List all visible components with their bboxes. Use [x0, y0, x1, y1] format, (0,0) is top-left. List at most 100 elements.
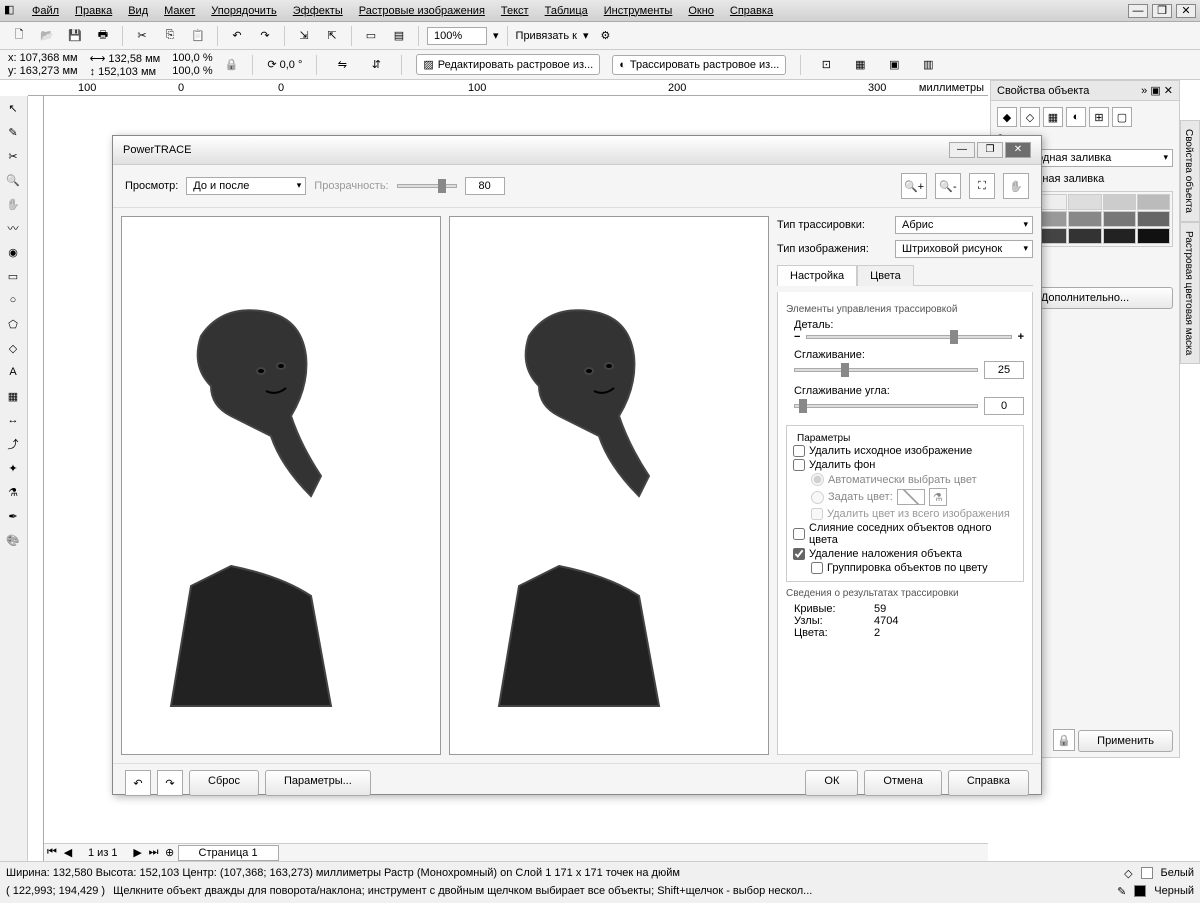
ok-button[interactable]: ОК — [805, 770, 858, 796]
panel-dock-icon[interactable]: ▣ — [1150, 85, 1160, 97]
smoothing-value[interactable]: 25 — [984, 361, 1024, 379]
chk-delete-bg[interactable]: Удалить фон — [793, 458, 1017, 472]
flip-v-button[interactable]: ⇵ — [365, 54, 387, 76]
swatch[interactable] — [1137, 211, 1170, 227]
docker-tab-properties[interactable]: Свойства объекта — [1180, 120, 1200, 222]
gradient-tab-icon[interactable]: ◐ — [1066, 107, 1086, 127]
pan-preview-button[interactable]: ✋ — [1003, 173, 1029, 199]
cancel-button[interactable]: Отмена — [864, 770, 941, 796]
swatch[interactable] — [1103, 194, 1136, 210]
shape-tool[interactable]: ✎ — [0, 120, 26, 144]
copy-button[interactable]: ⎘ — [159, 25, 181, 47]
redo-trace-button[interactable]: ↷ — [157, 770, 183, 796]
apply-button[interactable]: Применить — [1078, 730, 1173, 752]
basic-shapes-tool[interactable]: ◇ — [0, 336, 26, 360]
menu-layout[interactable]: Макет — [156, 3, 203, 19]
scalex-value[interactable]: 100,0 — [172, 52, 200, 64]
opacity-slider[interactable] — [397, 184, 457, 188]
chk-merge-adjacent[interactable]: Слияние соседних объектов одного цвета — [793, 521, 1017, 547]
polygon-tool[interactable]: ⬠ — [0, 312, 26, 336]
interactive-tool[interactable]: ✦ — [0, 456, 26, 480]
fill-swatch[interactable] — [1141, 867, 1153, 879]
menu-help[interactable]: Справка — [722, 3, 781, 19]
page-next-button[interactable]: ▶ — [130, 846, 146, 859]
page-first-button[interactable]: ⏮ — [44, 846, 60, 859]
zoom-out-button[interactable]: 🔍- — [935, 173, 961, 199]
launch-button[interactable]: ▭ — [360, 25, 382, 47]
page-tab[interactable]: Страница 1 — [178, 845, 279, 861]
flip-h-button[interactable]: ⇋ — [331, 54, 353, 76]
swatch[interactable] — [1137, 194, 1170, 210]
opacity-value[interactable]: 80 — [465, 177, 505, 195]
smoothing-slider[interactable] — [794, 368, 978, 372]
snap-dropdown-icon[interactable]: ▾ — [583, 29, 589, 42]
width-value[interactable]: 132,58 мм — [108, 53, 160, 65]
preview-mode-select[interactable]: До и после — [186, 177, 306, 195]
edit-bitmap-button[interactable]: ▨Редактировать растровое из... — [416, 54, 600, 75]
image-type-select[interactable]: Штриховой рисунок — [895, 240, 1033, 258]
menu-effects[interactable]: Эффекты — [285, 3, 351, 19]
outline-tool[interactable]: ✒ — [0, 504, 26, 528]
dialog-minimize-button[interactable]: — — [949, 142, 975, 158]
chk-remove-overlap[interactable]: Удаление наложения объекта — [793, 547, 1017, 561]
zoom-dropdown-icon[interactable]: ▾ — [493, 29, 499, 42]
plus-icon[interactable]: + — [1018, 331, 1024, 343]
pan-tool[interactable]: ✋ — [0, 192, 26, 216]
transparency-tab-icon[interactable]: ▦ — [1043, 107, 1063, 127]
close-button[interactable]: ✕ — [1176, 4, 1196, 18]
zoom-in-button[interactable]: 🔍+ — [901, 173, 927, 199]
zoom-level[interactable]: 100% — [427, 27, 487, 45]
menu-bitmaps[interactable]: Растровые изображения — [351, 3, 493, 19]
fit-button[interactable]: ⛶ — [969, 173, 995, 199]
tab-settings[interactable]: Настройка — [777, 265, 857, 286]
height-value[interactable]: 152,103 мм — [98, 66, 156, 78]
chk-delete-source[interactable]: Удалить исходное изображение — [793, 444, 1017, 458]
scaley-value[interactable]: 100,0 — [172, 65, 200, 77]
save-button[interactable]: 💾 — [64, 25, 86, 47]
minus-icon[interactable]: − — [794, 331, 800, 343]
redo-button[interactable]: ↷ — [254, 25, 276, 47]
paste-button[interactable]: 📋 — [187, 25, 209, 47]
dialog-close-button[interactable]: ✕ — [1005, 142, 1031, 158]
print-button[interactable]: 🖶 — [92, 25, 114, 47]
page-add-button[interactable]: ⊕ — [162, 846, 178, 859]
undo-trace-button[interactable]: ↶ — [125, 770, 151, 796]
menu-text[interactable]: Текст — [493, 3, 537, 19]
trace-type-select[interactable]: Абрис — [895, 216, 1033, 234]
freehand-tool[interactable]: 〰 — [0, 216, 26, 240]
wrap-button[interactable]: ▣ — [883, 54, 905, 76]
undo-button[interactable]: ↶ — [226, 25, 248, 47]
corner-value[interactable]: 0 — [984, 397, 1024, 415]
y-value[interactable]: 163,273 мм — [20, 65, 78, 77]
options-button[interactable]: Параметры... — [265, 770, 371, 796]
swatch[interactable] — [1068, 228, 1101, 244]
trace-bitmap-button[interactable]: ◐Трассировать растровое из... — [612, 55, 786, 75]
maximize-button[interactable]: ❐ — [1152, 4, 1172, 18]
detail-slider[interactable] — [806, 335, 1011, 339]
welcome-button[interactable]: ▤ — [388, 25, 410, 47]
fill-tab-icon[interactable]: ◆ — [997, 107, 1017, 127]
swatch[interactable] — [1137, 228, 1170, 244]
frame-tab-icon[interactable]: ▢ — [1112, 107, 1132, 127]
menu-tools[interactable]: Инструменты — [596, 3, 681, 19]
resample-button[interactable]: ▦ — [849, 54, 871, 76]
x-value[interactable]: 107,368 мм — [20, 52, 78, 64]
swatch[interactable] — [1103, 228, 1136, 244]
docker-tab-colormask[interactable]: Растровая цветовая маска — [1180, 222, 1200, 364]
menu-window[interactable]: Окно — [680, 3, 722, 19]
lock-icon[interactable]: 🔒 — [225, 58, 239, 71]
swatch[interactable] — [1103, 211, 1136, 227]
panel-close-icon[interactable]: ✕ — [1164, 85, 1173, 97]
pick-tool[interactable]: ↖ — [0, 96, 26, 120]
cut-button[interactable]: ✂ — [131, 25, 153, 47]
swatch[interactable] — [1068, 211, 1101, 227]
fill-tool[interactable]: 🎨 — [0, 528, 26, 552]
tab-colors[interactable]: Цвета — [857, 265, 914, 286]
import-button[interactable]: ⇲ — [293, 25, 315, 47]
chk-group-by-color[interactable]: Группировка объектов по цвету — [793, 561, 1017, 575]
lock-panel-button[interactable]: 🔒 — [1053, 729, 1075, 751]
pattern-tab-icon[interactable]: ⊞ — [1089, 107, 1109, 127]
rotation-field[interactable]: ⟳ 0,0 ° — [267, 58, 302, 71]
preview-before[interactable]: Engla — [121, 216, 441, 755]
minimize-button[interactable]: — — [1128, 4, 1148, 18]
